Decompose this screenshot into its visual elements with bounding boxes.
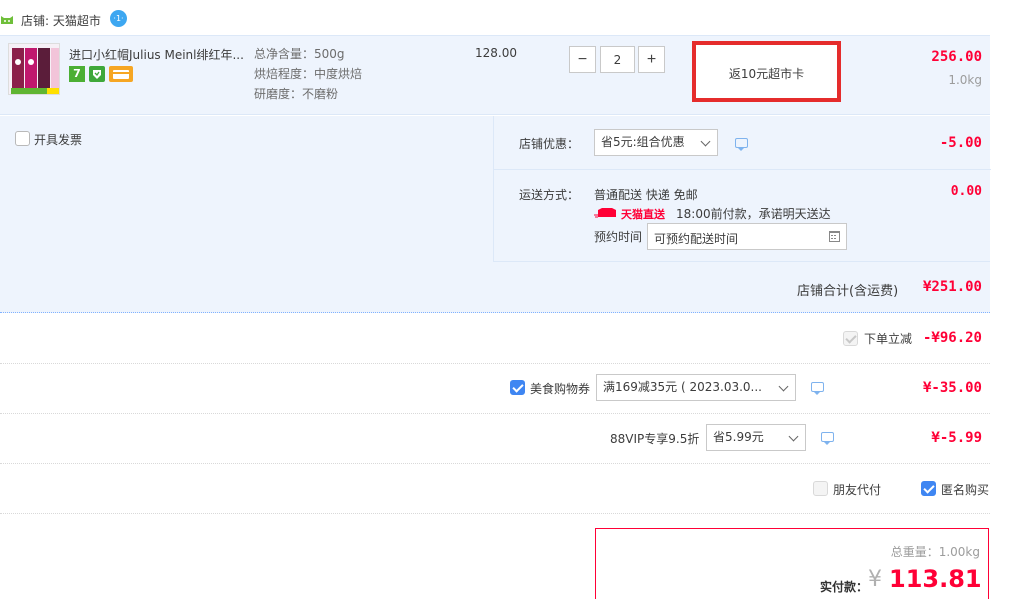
- pay-amount: 113.81: [889, 565, 982, 593]
- quantity-stepper: − +: [569, 46, 665, 73]
- reserve-time-label: 预约时间: [594, 230, 643, 244]
- product-specs: 总净含量：500g 烘焙程度：中度烘焙 研磨度：不磨粉: [254, 46, 434, 106]
- instant-discount-label: 下单立减: [864, 332, 913, 346]
- chevron-down-icon: [700, 136, 711, 147]
- delivery-subpanel: 店铺优惠： 省5元:组合优惠 -5.00 运送方式： 普通配送 快递 免邮 0.…: [493, 116, 991, 262]
- shop-discount-selected: 省5元:组合优惠: [601, 135, 685, 149]
- shop-name[interactable]: 店铺: 天猫超市: [21, 12, 101, 29]
- coupon-checkbox[interactable]: [510, 380, 525, 395]
- item-weight: 1.0kg: [948, 73, 982, 87]
- total-weight: 总重量：1.00kg: [890, 545, 980, 559]
- shop-discount-select[interactable]: 省5元:组合优惠: [594, 129, 718, 156]
- reserve-time-input[interactable]: 可预约配送时间: [647, 223, 847, 250]
- shop-header: 店铺: 天猫超市 ·1·: [0, 8, 300, 32]
- friend-pay-label[interactable]: 朋友代付: [833, 481, 881, 498]
- discount-info-icon[interactable]: [735, 138, 748, 151]
- vip-selected: 省5.99元: [713, 430, 764, 444]
- vip-info-icon[interactable]: [821, 432, 834, 445]
- coupon-label: 美食购物券: [530, 382, 591, 396]
- vip-select[interactable]: 省5.99元: [706, 424, 806, 451]
- promo-label: 返10元超市卡: [728, 67, 805, 81]
- shipping-promise: 18:00前付款，承诺明天送达: [676, 207, 831, 221]
- spec-grind: 研磨度：不磨粉: [254, 87, 339, 101]
- product-title[interactable]: 进口小红帽Julius Meinl绯红年...: [69, 46, 244, 63]
- pay-label: 实付款：: [820, 580, 869, 594]
- vip-discount-row: 88VIP专享9.5折 省5.99元 ¥-5.99: [0, 414, 990, 464]
- anonymous-label[interactable]: 匿名购买: [941, 481, 989, 498]
- shop-discount-amount: -5.00: [939, 135, 982, 151]
- anonymous-checkbox[interactable]: [921, 481, 936, 496]
- friend-pay-checkbox[interactable]: [813, 481, 828, 496]
- pay-currency: ¥: [868, 567, 882, 592]
- seven-day-return-icon[interactable]: 7: [69, 66, 85, 82]
- shipping-method: 普通配送 快递 免邮: [594, 188, 698, 202]
- calendar-icon[interactable]: [829, 231, 840, 242]
- payment-options-row: 朋友代付 匿名购买: [0, 464, 990, 514]
- instant-discount-checkbox[interactable]: [843, 331, 858, 346]
- chevron-down-icon: [778, 381, 789, 392]
- subpanel-divider: [494, 169, 991, 170]
- product-thumbnail[interactable]: [8, 43, 60, 95]
- shop-total-label: 店铺合计(含运费): [797, 284, 899, 299]
- credit-card-icon[interactable]: [109, 66, 133, 82]
- unit-price: 128.00: [475, 46, 517, 60]
- tmall-direct-icon: [594, 207, 618, 219]
- invoice-checkbox[interactable]: [15, 131, 30, 146]
- shop-chat-icon[interactable]: ·1·: [110, 10, 127, 27]
- coupon-selected: 满169减35元 ( 2023.03.0...: [603, 380, 763, 394]
- shop-discount-label: 店铺优惠：: [519, 137, 580, 151]
- invoice-label[interactable]: 开具发票: [34, 131, 82, 148]
- vip-amount: ¥-5.99: [931, 430, 982, 446]
- spec-roast: 烘焙程度：中度烘焙: [254, 67, 363, 81]
- reserve-time-placeholder: 可预约配送时间: [654, 232, 739, 246]
- coupon-info-icon[interactable]: [811, 382, 824, 395]
- increase-quantity-button[interactable]: +: [638, 46, 665, 73]
- chevron-down-icon: [788, 431, 799, 442]
- coupon-row: 美食购物券 满169减35元 ( 2023.03.0... ¥-35.00: [0, 364, 990, 414]
- promo-highlight-box: 返10元超市卡: [692, 41, 841, 102]
- coupon-select[interactable]: 满169减35元 ( 2023.03.0...: [596, 374, 796, 401]
- guarantee-icon[interactable]: [89, 66, 105, 82]
- quantity-input[interactable]: [600, 46, 635, 73]
- tmall-cat-icon: [0, 14, 14, 24]
- item-row: 进口小红帽Julius Meinl绯红年... 7 总净含量：500g 烘焙程度…: [0, 35, 990, 115]
- shipping-amount: 0.00: [950, 184, 982, 199]
- coupon-amount: ¥-35.00: [922, 380, 982, 396]
- vip-label: 88VIP专享9.5折: [610, 432, 700, 446]
- instant-discount-row: 下单立减 -¥96.20: [0, 314, 990, 364]
- item-subtotal: 256.00: [931, 49, 982, 65]
- shipping-label: 运送方式：: [519, 188, 580, 202]
- shop-options-panel: 开具发票 店铺优惠： 省5元:组合优惠 -5.00 运送方式： 普通配送 快递 …: [0, 116, 991, 313]
- order-summary-box: 总重量：1.00kg 实付款： ¥ 113.81: [595, 528, 989, 599]
- tmall-direct-brand: 天猫直送: [621, 208, 665, 221]
- instant-discount-amount: -¥96.20: [922, 330, 982, 346]
- spec-weight: 总净含量：500g: [254, 47, 345, 61]
- decrease-quantity-button[interactable]: −: [569, 46, 596, 73]
- shop-total-amount: ¥251.00: [922, 279, 982, 295]
